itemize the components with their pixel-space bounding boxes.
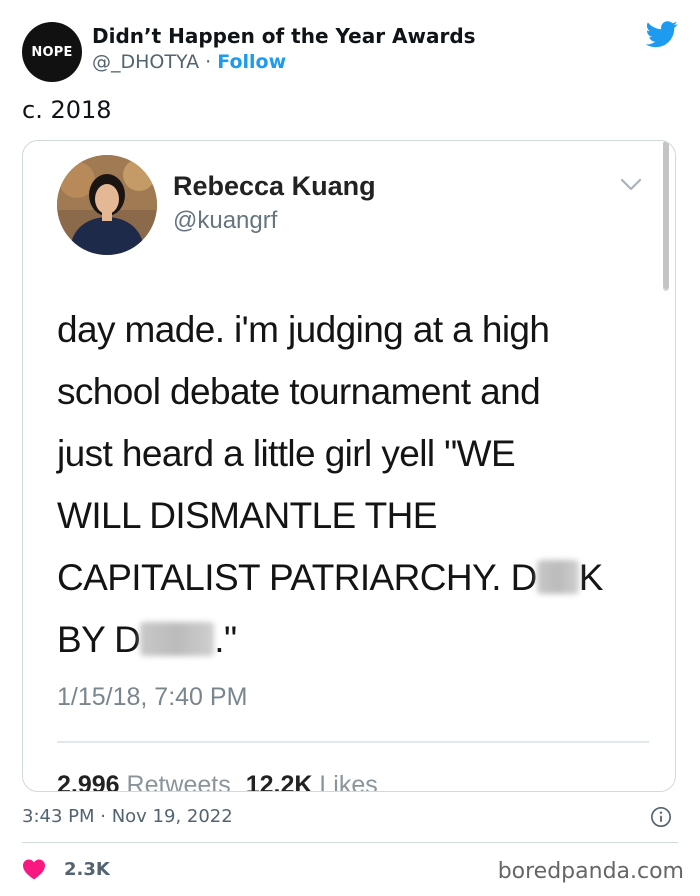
embedded-author-handle: @kuangrf xyxy=(173,207,278,234)
tweet-media-screenshot[interactable]: Rebecca Kuang @kuangrf day made. i'm jud… xyxy=(22,140,676,792)
retweets-label: Retweets xyxy=(126,771,231,792)
like-button[interactable]: 2.3K xyxy=(22,858,110,880)
body-line: WILL DISMANTLE THE xyxy=(57,495,437,536)
heart-icon[interactable] xyxy=(22,858,46,880)
tweet-divider xyxy=(22,842,678,843)
censor-blur xyxy=(536,560,579,594)
twitter-bird-icon[interactable] xyxy=(644,18,680,50)
body-line: ." xyxy=(214,619,237,660)
tweet-text: c. 2018 xyxy=(22,96,112,124)
embedded-tweet-body: day made. i'm judging at a high school d… xyxy=(57,299,647,671)
account-handle-row: @_DHOTYA · Follow xyxy=(92,51,286,73)
embedded-divider xyxy=(57,741,649,743)
body-line: CAPITALIST PATRIARCHY. D xyxy=(57,557,537,598)
account-avatar[interactable]: NOPE xyxy=(22,22,82,82)
account-display-name[interactable]: Didn’t Happen of the Year Awards xyxy=(92,24,476,48)
body-line: just heard a little girl yell "WE xyxy=(57,433,516,474)
account-handle[interactable]: @_DHOTYA xyxy=(92,51,199,73)
retweets-count: 2,996 xyxy=(57,771,120,792)
likes-count: 12.2K xyxy=(245,771,313,792)
body-line: school debate tournament and xyxy=(57,371,541,412)
body-line: K xyxy=(578,557,604,598)
follow-button[interactable]: Follow xyxy=(217,51,286,73)
censor-blur xyxy=(140,622,215,656)
likes-label: Likes xyxy=(319,771,378,792)
body-line: BY D xyxy=(57,619,141,660)
embedded-author-avatar xyxy=(57,155,157,255)
like-count: 2.3K xyxy=(64,858,110,880)
embedded-stats: 2,996 Retweets 12.2K Likes xyxy=(57,771,378,792)
chevron-down-icon xyxy=(620,178,642,191)
info-icon[interactable] xyxy=(650,806,672,828)
body-line: day made. i'm judging at a high xyxy=(57,309,550,350)
tweet-timestamp[interactable]: 3:43 PM · Nov 19, 2022 xyxy=(22,806,233,827)
embedded-scrollbar xyxy=(663,141,669,291)
source-watermark: boredpanda.com xyxy=(497,859,684,884)
handle-separator: · xyxy=(199,51,218,73)
embedded-timestamp: 1/15/18, 7:40 PM xyxy=(57,683,248,711)
embedded-author-name: Rebecca Kuang xyxy=(173,171,376,201)
